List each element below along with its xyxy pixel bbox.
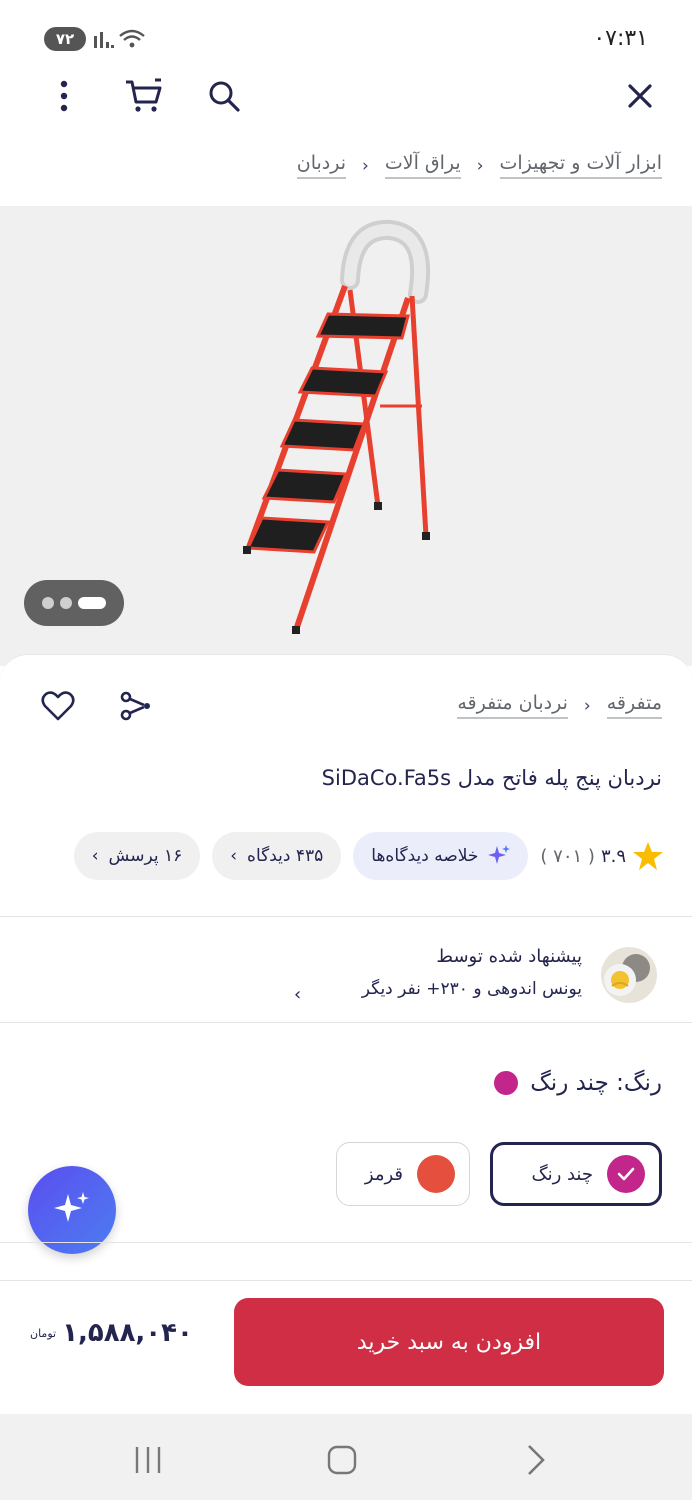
add-to-cart-button[interactable]: افزودن به سبد خرید bbox=[234, 1298, 664, 1386]
category-item-misc-ladder[interactable]: نردبان متفرقه bbox=[457, 692, 568, 719]
chevron-left-icon: › bbox=[230, 846, 238, 866]
ai-review-summary-chip[interactable]: خلاصه دیدگاه‌ها bbox=[353, 832, 529, 880]
category-breadcrumb: متفرقه ‹ نردبان متفرقه bbox=[457, 692, 662, 719]
color-swatch-red bbox=[417, 1155, 455, 1193]
search-icon bbox=[209, 81, 240, 112]
cart-button[interactable] bbox=[120, 72, 168, 120]
status-time: ۰۷:۳۱ bbox=[593, 26, 648, 51]
recent-apps-icon bbox=[135, 1447, 161, 1473]
sparkle-icon bbox=[54, 1192, 89, 1222]
questions-label: ۱۶ پرسش bbox=[108, 846, 183, 866]
star-icon bbox=[633, 842, 663, 870]
color-option-red[interactable]: قرمز bbox=[336, 1142, 470, 1206]
product-title: نردبان پنج پله فاتح مدل SiDaCo.Fa5s bbox=[321, 766, 662, 790]
check-icon bbox=[617, 1167, 635, 1181]
favorite-button[interactable] bbox=[34, 682, 82, 730]
home-button[interactable] bbox=[312, 1430, 372, 1490]
color-swatch-multicolor bbox=[607, 1155, 645, 1193]
share-icon bbox=[120, 691, 150, 721]
chevron-left-icon: › bbox=[91, 846, 99, 866]
recent-apps-button[interactable] bbox=[118, 1430, 178, 1490]
recommender-avatar bbox=[600, 946, 658, 1004]
color-label-text: رنگ: چند رنگ bbox=[530, 1070, 662, 1096]
signal-wifi-icon bbox=[94, 28, 150, 54]
chevron-left-icon: ‹ bbox=[476, 155, 484, 176]
ai-summary-label: خلاصه دیدگاه‌ها bbox=[371, 846, 479, 866]
back-button[interactable] bbox=[506, 1430, 566, 1490]
pager-dot bbox=[60, 597, 72, 609]
recommendation-title: پیشنهاد شده توسط bbox=[436, 946, 582, 967]
rating-count: ( ۷۰۱ ) bbox=[540, 845, 595, 867]
rating-score: ۳.۹ bbox=[600, 845, 626, 867]
heart-icon bbox=[41, 691, 75, 721]
ai-assistant-button[interactable] bbox=[28, 1166, 116, 1254]
category-item-misc[interactable]: متفرقه bbox=[606, 692, 662, 719]
chevron-left-icon: ‹ bbox=[583, 695, 591, 716]
chevron-left-icon[interactable]: ‹ bbox=[294, 984, 301, 1005]
color-option-label: قرمز bbox=[364, 1163, 403, 1185]
breadcrumb-item-ladder[interactable]: نردبان bbox=[296, 152, 347, 179]
breadcrumb-item-hardware[interactable]: یراق آلات bbox=[384, 152, 461, 179]
search-button[interactable] bbox=[200, 72, 248, 120]
recommendation-by: یونس اندوهی و ۲۳۰+ نفر دیگر bbox=[361, 979, 582, 999]
home-icon bbox=[327, 1445, 357, 1475]
price-currency: تومان bbox=[30, 1326, 57, 1340]
battery-indicator: ۷۲ bbox=[44, 27, 86, 51]
sparkle-icon bbox=[488, 845, 511, 864]
breadcrumb-item-tools[interactable]: ابزار آلات و تجهیزات bbox=[499, 152, 662, 179]
pager-dot-active bbox=[78, 597, 106, 609]
color-option-label: چند رنگ bbox=[531, 1163, 593, 1185]
color-label: رنگ: چند رنگ bbox=[494, 1070, 662, 1096]
close-icon bbox=[628, 84, 652, 108]
share-button[interactable] bbox=[112, 682, 160, 730]
divider bbox=[0, 1022, 692, 1023]
cart-icon bbox=[126, 78, 162, 112]
chevron-left-icon: ‹ bbox=[362, 155, 369, 176]
close-button[interactable] bbox=[616, 72, 664, 120]
divider bbox=[0, 916, 692, 917]
price: ۱,۵۸۸,۰۴۰ تومان bbox=[30, 1318, 193, 1348]
reviews-chip[interactable]: ۴۳۵ دیدگاه › bbox=[212, 832, 342, 880]
price-value: ۱,۵۸۸,۰۴۰ bbox=[62, 1318, 193, 1348]
divider bbox=[0, 1242, 692, 1243]
rating: ۳.۹ ( ۷۰۱ ) bbox=[540, 841, 664, 871]
image-pager-indicator bbox=[24, 580, 124, 626]
questions-chip[interactable]: ۱۶ پرسش › bbox=[73, 832, 201, 880]
breadcrumb: ابزار آلات و تجهیزات ‹ یراق آلات ‹ نردبا… bbox=[296, 152, 662, 179]
more-vertical-icon bbox=[60, 80, 68, 112]
reviews-label: ۴۳۵ دیدگاه bbox=[247, 846, 324, 866]
recommendation[interactable]: پیشنهاد شده توسط یونس اندوهی و ۲۳۰+ نفر … bbox=[362, 946, 582, 999]
selected-color-dot bbox=[494, 1071, 519, 1095]
more-options-button[interactable] bbox=[40, 72, 88, 120]
product-chips-row: ۳.۹ ( ۷۰۱ ) خلاصه دیدگاه‌ها ۴۳۵ دیدگاه ›… bbox=[73, 832, 664, 880]
color-option-multicolor[interactable]: چند رنگ bbox=[490, 1142, 662, 1206]
back-icon bbox=[528, 1445, 545, 1475]
pager-dot bbox=[42, 597, 54, 609]
